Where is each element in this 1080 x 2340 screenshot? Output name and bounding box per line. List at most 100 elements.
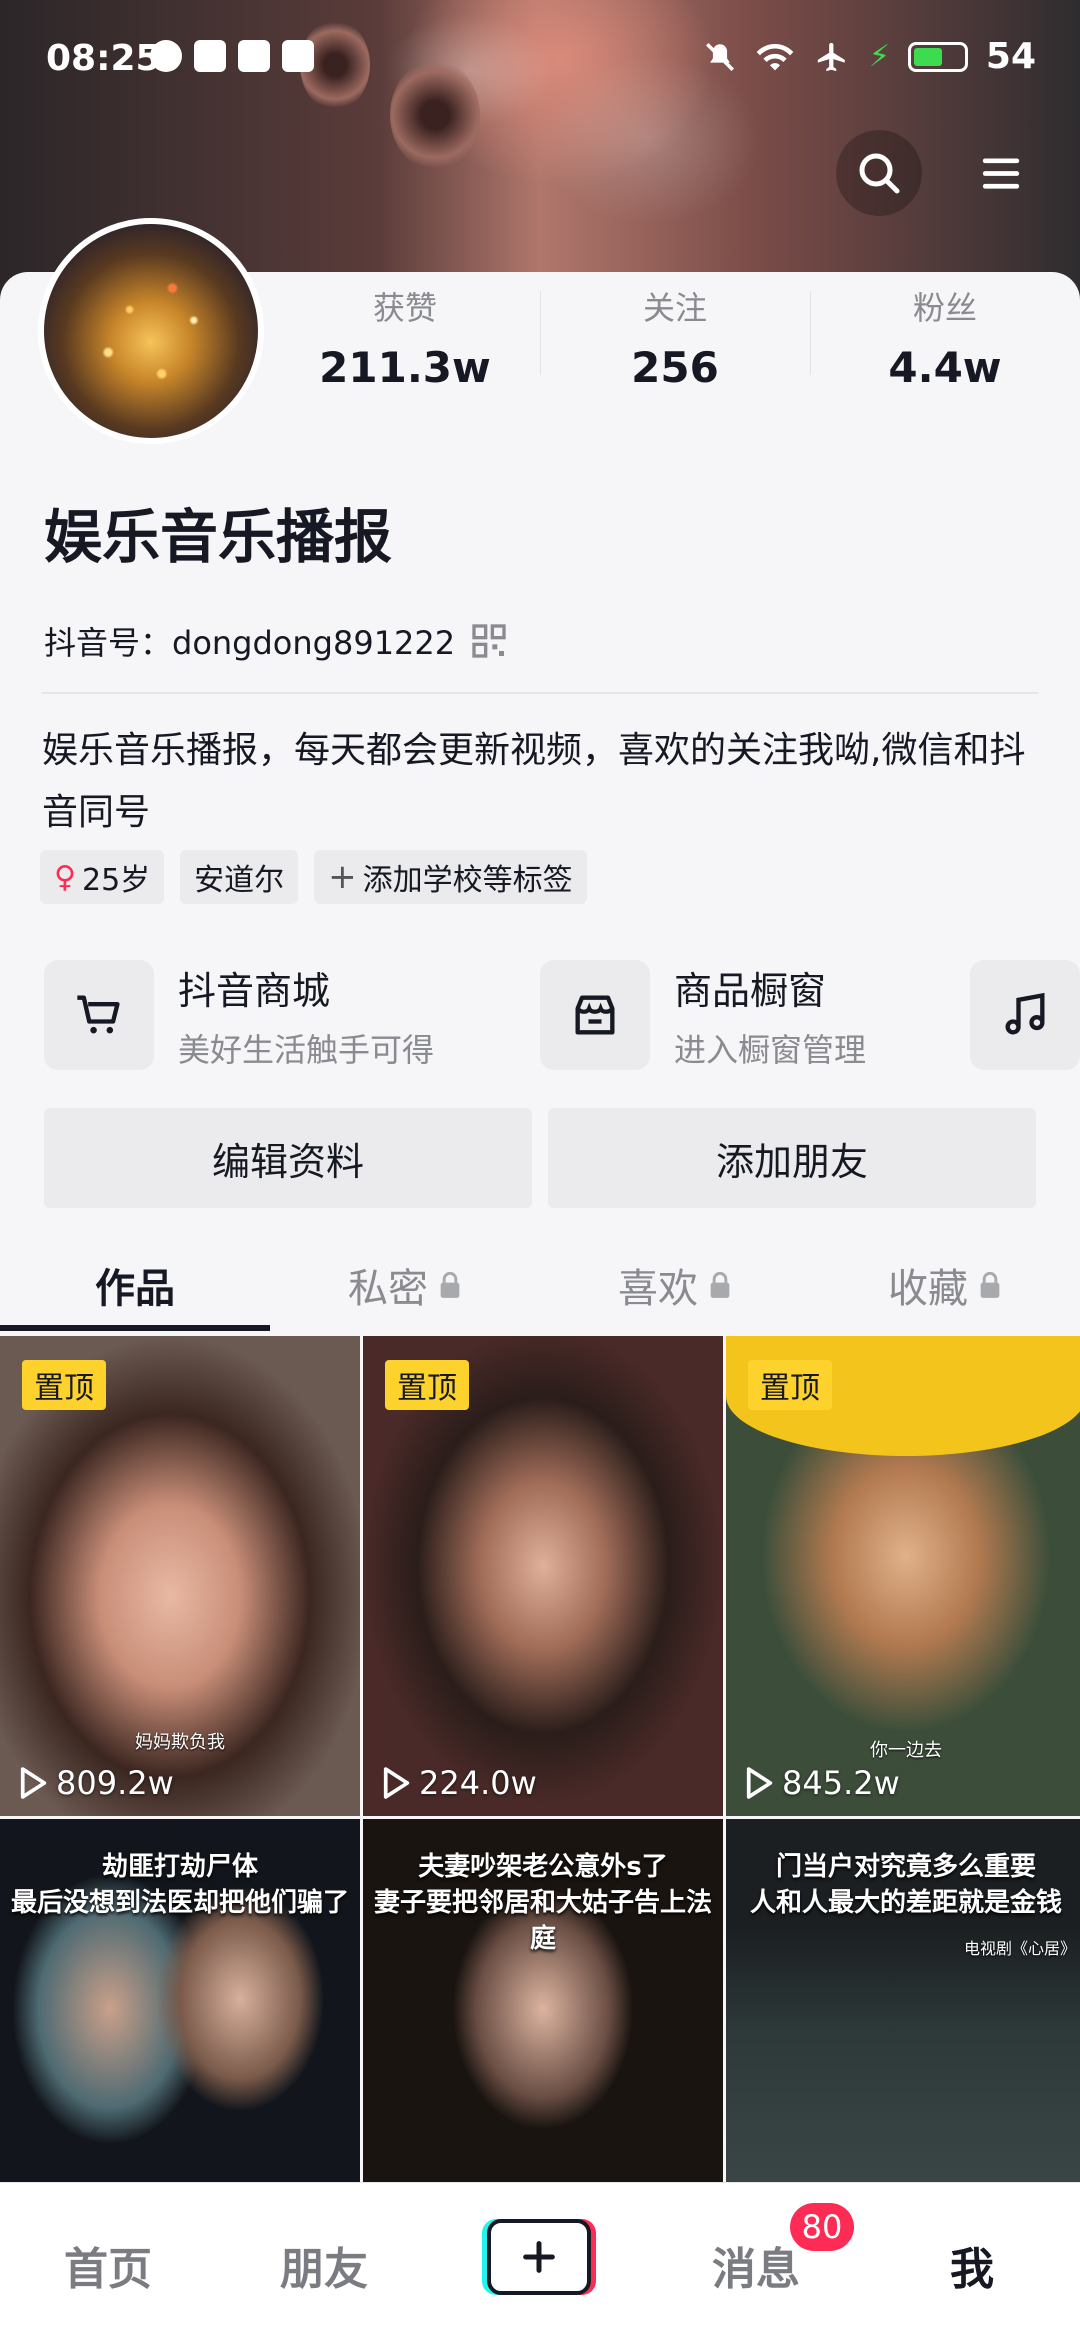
service-subtitle: 美好生活触手可得 [178, 1030, 435, 1069]
shop-icon [540, 960, 650, 1070]
play-icon [383, 1767, 410, 1799]
weibo-notification-icon [238, 40, 270, 72]
play-count-value: 224.0w [419, 1764, 537, 1802]
stat-value: 211.3w [319, 343, 491, 392]
nav-messages[interactable]: 消息 [712, 2233, 800, 2297]
edit-profile-button[interactable]: 编辑资料 [44, 1108, 532, 1208]
play-count: 845.2w [742, 1764, 900, 1802]
play-icon [20, 1767, 47, 1799]
female-icon: ♀ [54, 859, 76, 895]
charging-icon: ⚡ [868, 39, 890, 74]
service-title: 抖音商城 [178, 968, 331, 1013]
play-count-value: 809.2w [56, 1764, 174, 1802]
nav-friends[interactable]: 朋友 [280, 2233, 368, 2297]
service-subtitle: 进入橱窗管理 [674, 1030, 867, 1069]
lock-icon [710, 1271, 730, 1298]
wifi-icon [756, 43, 794, 70]
search-button[interactable] [836, 130, 922, 216]
play-count: 809.2w [16, 1764, 174, 1802]
menu-button[interactable] [958, 130, 1044, 216]
chat-notification-icon [150, 40, 182, 72]
overlay-line: 人和人最大的差距就是金钱 [749, 1888, 1062, 1918]
pinned-badge: 置顶 [22, 1360, 106, 1410]
profile-stats: 获赞 211.3w 关注 256 粉丝 4.4w [270, 283, 1080, 393]
tab-private[interactable]: 私密 [270, 1240, 540, 1330]
profile-screen: 08:25 ⚡ 54 获赞 211.3w 关注 256 粉丝 4.4w 娱乐音乐… [0, 0, 1080, 2340]
app-notification-icon [282, 40, 314, 72]
video-overlay-text: 劫匪打劫尸体 最后没想到法医却把他们骗了 [0, 1849, 360, 1921]
qr-code-icon[interactable] [469, 621, 509, 661]
play-icon [746, 1767, 773, 1799]
video-overlay-text: 门当户对究竟多么重要 人和人最大的差距就是金钱 [726, 1849, 1080, 1921]
avatar[interactable] [38, 218, 264, 444]
status-time: 08:25 [46, 38, 161, 79]
tab-likes[interactable]: 喜欢 [540, 1240, 810, 1330]
tab-works[interactable]: 作品 [0, 1240, 270, 1330]
profile-tags: ♀ 25岁 安道尔 + 添加学校等标签 [40, 850, 587, 904]
plus-icon: + [328, 857, 357, 897]
tag-location[interactable]: 安道尔 [180, 850, 299, 904]
pinned-badge: 置顶 [748, 1360, 832, 1410]
tag-age[interactable]: ♀ 25岁 [40, 850, 165, 904]
nav-me[interactable]: 我 [950, 2233, 994, 2297]
notification-icons [150, 40, 314, 72]
video-corner-label: 电视剧《心居》 [963, 1939, 1076, 1958]
profile-bio: 娱乐音乐播报，每天都会更新视频，喜欢的关注我呦,微信和抖音同号 [42, 730, 1026, 833]
lock-icon [980, 1271, 1000, 1298]
douyin-id-row[interactable]: 抖音号：dongdong891222 [44, 618, 509, 664]
stat-value: 4.4w [888, 343, 1002, 392]
divider [42, 692, 1038, 694]
stat-value: 256 [631, 343, 719, 392]
tag-label: 25岁 [81, 863, 151, 898]
douyin-id: 抖音号：dongdong891222 [44, 624, 456, 662]
tab-favorites[interactable]: 收藏 [810, 1240, 1080, 1330]
service-title: 商品橱窗 [674, 968, 827, 1013]
stat-label: 粉丝 [912, 289, 977, 327]
music-icon [970, 960, 1080, 1070]
video-caption: 你一边去 [870, 1740, 942, 1761]
overlay-line: 妻子要把邻居和大姑子告上法庭 [373, 1888, 712, 1954]
play-count: 224.0w [379, 1764, 537, 1802]
mute-icon [705, 42, 734, 71]
overlay-line: 劫匪打劫尸体 [101, 1852, 258, 1882]
video-thumbnail[interactable]: 劫匪打劫尸体 最后没想到法医却把他们骗了 [0, 1819, 360, 2183]
video-thumbnail[interactable]: 置顶 妈妈欺负我 809.2w [0, 1336, 360, 1816]
tab-label: 私密 [348, 1266, 428, 1312]
stat-label: 获赞 [372, 289, 437, 327]
lock-icon [440, 1271, 460, 1298]
profile-name: 娱乐音乐播报 [44, 503, 393, 571]
service-music[interactable] [970, 960, 1080, 1070]
system-icons: ⚡ 54 [703, 36, 1036, 77]
overlay-line: 夫妻吵架老公意外s了 [418, 1852, 668, 1882]
stat-label: 关注 [642, 289, 707, 327]
stat-following[interactable]: 关注 256 [540, 283, 810, 393]
menu-icon [982, 158, 1020, 189]
tab-label: 喜欢 [618, 1266, 698, 1312]
airplane-icon [817, 42, 845, 71]
tag-label: 安道尔 [194, 863, 285, 898]
messages-badge: 80 [790, 2203, 854, 2251]
video-caption: 妈妈欺负我 [135, 1732, 225, 1753]
tab-indicator [0, 1325, 270, 1331]
pinned-badge: 置顶 [385, 1360, 469, 1410]
play-count-value: 845.2w [782, 1764, 900, 1802]
overlay-line: 最后没想到法医却把他们骗了 [10, 1888, 349, 1918]
create-button[interactable] [487, 2219, 591, 2295]
video-thumbnail[interactable]: 门当户对究竟多么重要 人和人最大的差距就是金钱 电视剧《心居》 [726, 1819, 1080, 2183]
status-bar: 08:25 ⚡ 54 [0, 0, 1080, 120]
add-tag-button[interactable]: + 添加学校等标签 [314, 850, 587, 904]
video-thumbnail[interactable]: 置顶 224.0w [363, 1336, 723, 1816]
service-showcase[interactable]: 商品橱窗 进入橱窗管理 [540, 960, 866, 1070]
stat-likes[interactable]: 获赞 211.3w [270, 283, 540, 393]
plus-icon [523, 2241, 555, 2273]
video-thumbnail[interactable]: 置顶 你一边去 845.2w [726, 1336, 1080, 1816]
search-icon [859, 153, 900, 194]
video-grid: 置顶 妈妈欺负我 809.2w 置顶 224.0w 置顶 你一边去 845.2w [0, 1336, 1080, 2183]
nav-home[interactable]: 首页 [64, 2233, 152, 2297]
video-thumbnail[interactable]: 夫妻吵架老公意外s了 妻子要把邻居和大姑子告上法庭 [363, 1819, 723, 2183]
tab-label: 收藏 [888, 1266, 968, 1312]
add-friend-button[interactable]: 添加朋友 [548, 1108, 1036, 1208]
service-shop[interactable]: 抖音商城 美好生活触手可得 [44, 960, 434, 1070]
content-tabs: 作品 私密 喜欢 收藏 [0, 1240, 1080, 1330]
stat-followers[interactable]: 粉丝 4.4w [810, 283, 1080, 393]
